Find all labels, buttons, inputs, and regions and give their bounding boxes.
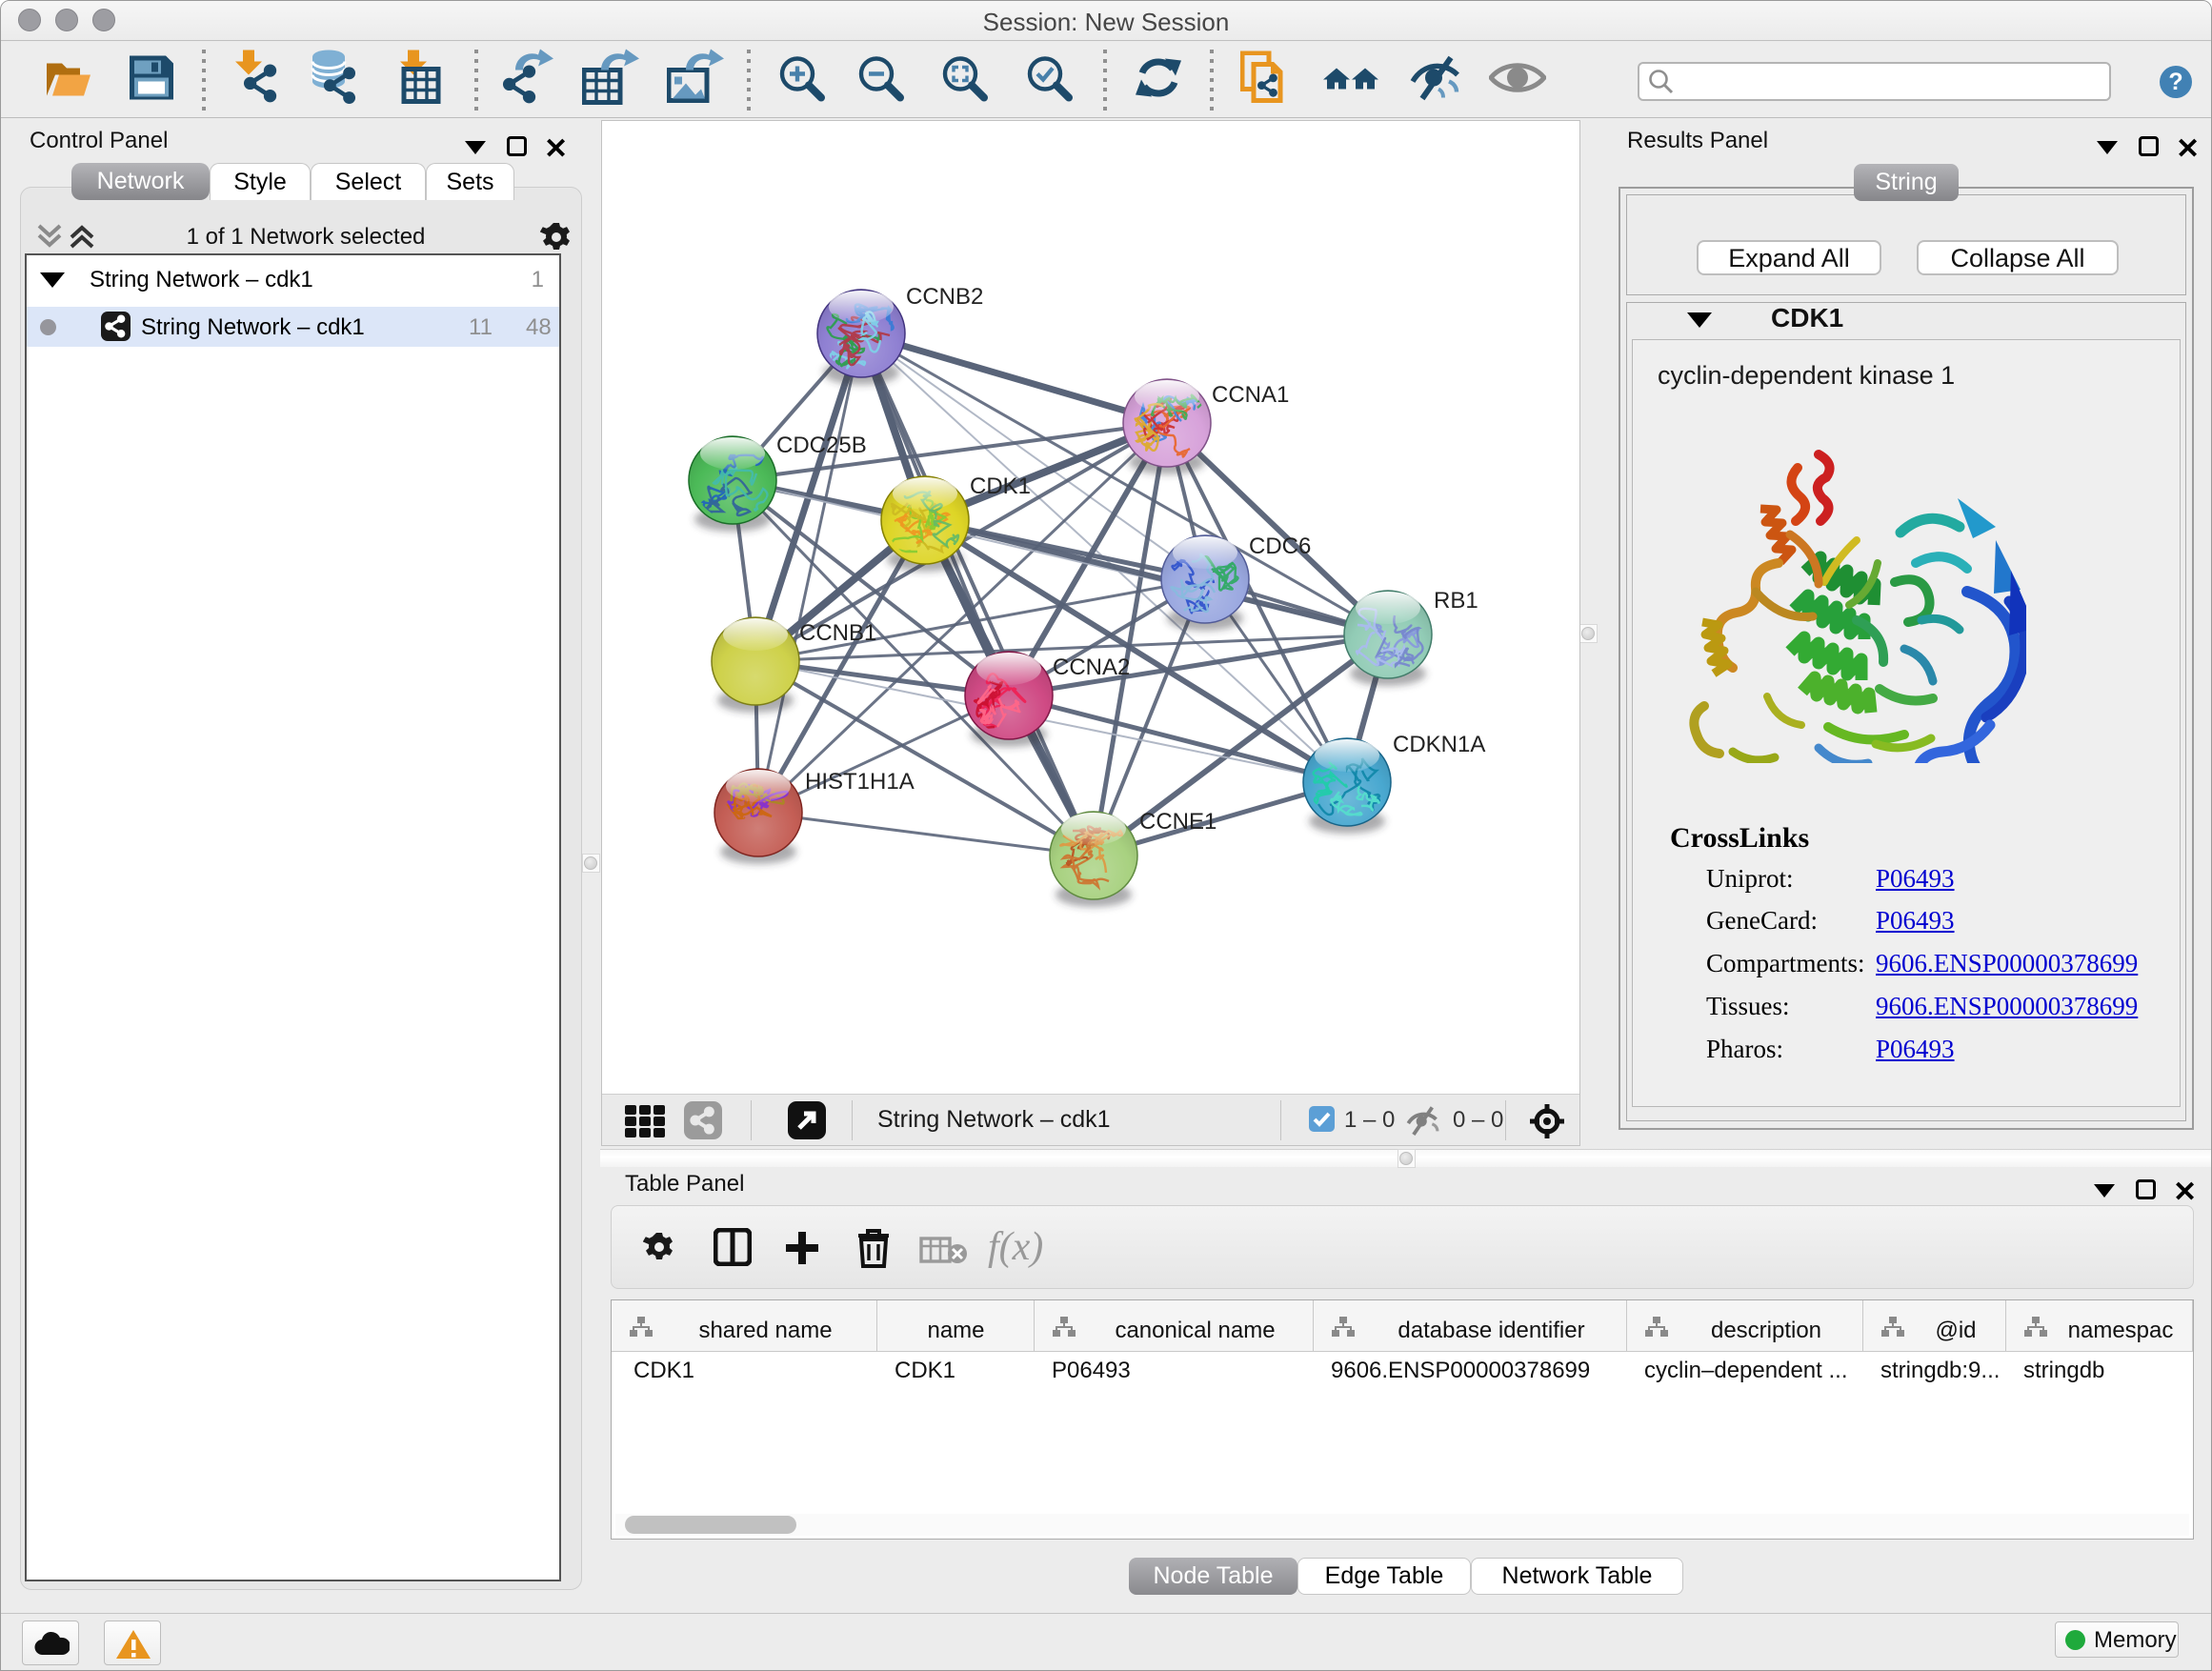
svg-text:CCNA1: CCNA1 (1212, 382, 1289, 408)
svg-text:HIST1H1A: HIST1H1A (805, 769, 915, 795)
svg-text:CDKN1A: CDKN1A (1393, 732, 1485, 757)
svg-text:?: ? (2168, 69, 2182, 95)
svg-text:CDC6: CDC6 (1249, 534, 1311, 559)
svg-text:CCNB1: CCNB1 (799, 620, 876, 646)
svg-text:RB1: RB1 (1434, 588, 1478, 614)
svg-text:CCNB2: CCNB2 (906, 284, 983, 310)
svg-text:CDK1: CDK1 (970, 473, 1031, 499)
svg-text:CCNE1: CCNE1 (1139, 809, 1217, 835)
svg-text:CCNA2: CCNA2 (1053, 654, 1130, 680)
svg-text:CDC25B: CDC25B (776, 433, 867, 458)
